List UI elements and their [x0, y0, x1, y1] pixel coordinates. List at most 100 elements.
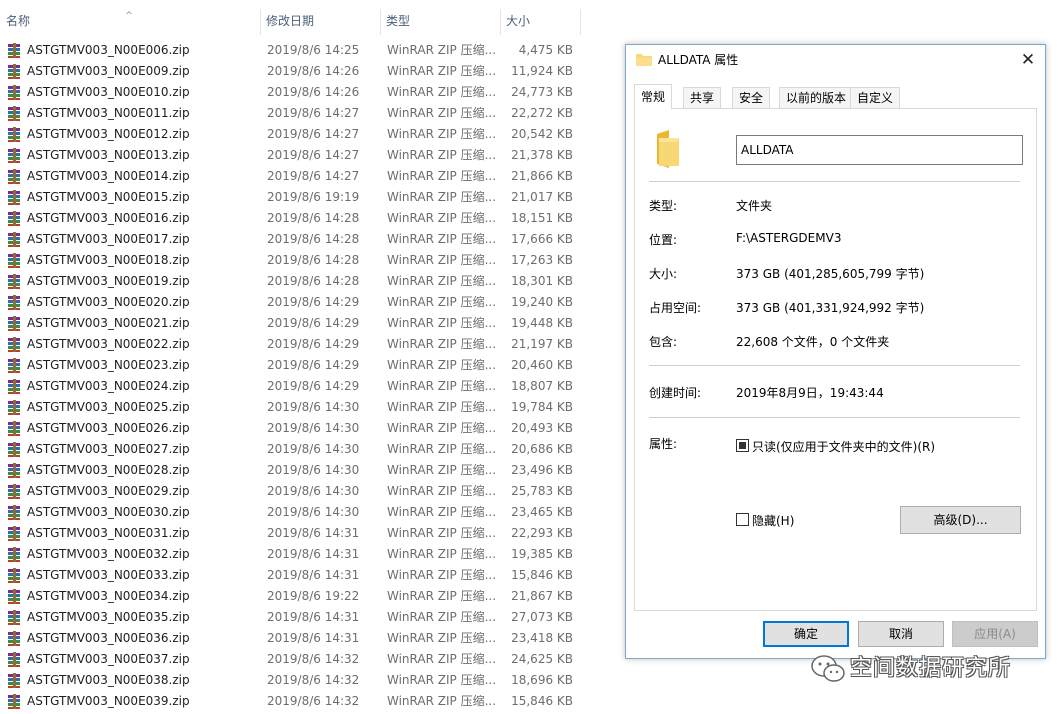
size-value: 373 GB (401,285,605,799 字节): [736, 267, 925, 281]
file-row[interactable]: ASTGTMV003_N00E029.zip 2019/8/6 14:30 WinR…: [0, 481, 600, 502]
file-name: ASTGTMV003_N00E038.zip: [27, 673, 190, 687]
file-type: WinRAR ZIP 压缩...: [387, 274, 495, 288]
winrar-archive-icon: [8, 694, 20, 709]
column-header-type[interactable]: 类型: [380, 9, 500, 35]
file-row[interactable]: ASTGTMV003_N00E018.zip 2019/8/6 14:28 WinR…: [0, 250, 600, 271]
file-name: ASTGTMV003_N00E032.zip: [27, 547, 190, 561]
file-type: WinRAR ZIP 压缩...: [387, 547, 495, 561]
size-on-disk-value: 373 GB (401,331,924,992 字节): [736, 301, 925, 315]
column-header-size[interactable]: 大小: [500, 9, 580, 35]
file-type: WinRAR ZIP 压缩...: [387, 379, 495, 393]
file-row[interactable]: ASTGTMV003_N00E039.zip 2019/8/6 14:32 WinR…: [0, 691, 600, 712]
file-row[interactable]: ASTGTMV003_N00E030.zip 2019/8/6 14:30 WinR…: [0, 502, 600, 523]
winrar-archive-icon: [8, 127, 20, 142]
advanced-button[interactable]: 高级(D)...: [900, 506, 1021, 534]
ok-button[interactable]: 确定: [763, 621, 849, 647]
apply-button[interactable]: 应用(A): [952, 621, 1038, 647]
file-size: 18,807 KB: [511, 379, 573, 393]
winrar-archive-icon: [8, 64, 20, 79]
file-row[interactable]: ASTGTMV003_N00E034.zip 2019/8/6 19:22 WinR…: [0, 586, 600, 607]
file-type: WinRAR ZIP 压缩...: [387, 169, 495, 183]
file-row[interactable]: ASTGTMV003_N00E017.zip 2019/8/6 14:28 WinR…: [0, 229, 600, 250]
file-row[interactable]: ASTGTMV003_N00E014.zip 2019/8/6 14:27 WinR…: [0, 166, 600, 187]
dialog-titlebar[interactable]: ALLDATA 属性 ✕: [626, 45, 1045, 76]
divider: [649, 417, 1020, 418]
tab-previous-versions[interactable]: 以前的版本: [779, 87, 854, 108]
general-tab-panel: 类型: 文件夹 位置: F:\ASTERGDEMV3 大小: 373 GB (4…: [634, 108, 1037, 611]
column-header-date[interactable]: 修改日期: [260, 9, 380, 35]
file-row[interactable]: ASTGTMV003_N00E016.zip 2019/8/6 14:28 WinR…: [0, 208, 600, 229]
file-name: ASTGTMV003_N00E029.zip: [27, 484, 190, 498]
file-type: WinRAR ZIP 压缩...: [387, 694, 495, 708]
file-date: 2019/8/6 19:22: [267, 589, 360, 603]
file-date: 2019/8/6 14:32: [267, 673, 360, 687]
file-type: WinRAR ZIP 压缩...: [387, 400, 495, 414]
file-name: ASTGTMV003_N00E010.zip: [27, 85, 190, 99]
file-row[interactable]: ASTGTMV003_N00E026.zip 2019/8/6 14:30 WinR…: [0, 418, 600, 439]
file-row[interactable]: ASTGTMV003_N00E033.zip 2019/8/6 14:31 WinR…: [0, 565, 600, 586]
file-name: ASTGTMV003_N00E026.zip: [27, 421, 190, 435]
file-row[interactable]: ASTGTMV003_N00E012.zip 2019/8/6 14:27 WinR…: [0, 124, 600, 145]
winrar-archive-icon: [8, 253, 20, 268]
file-explorer-list: 名称 ^ 修改日期 类型 大小 ASTGTMV003_N00E006.zip 20…: [0, 0, 600, 714]
file-row[interactable]: ASTGTMV003_N00E024.zip 2019/8/6 14:29 WinR…: [0, 376, 600, 397]
file-row[interactable]: ASTGTMV003_N00E010.zip 2019/8/6 14:26 WinR…: [0, 82, 600, 103]
file-name: ASTGTMV003_N00E006.zip: [27, 43, 190, 57]
file-row[interactable]: ASTGTMV003_N00E032.zip 2019/8/6 14:31 WinR…: [0, 544, 600, 565]
file-size: 17,263 KB: [511, 253, 573, 267]
readonly-checkbox-label[interactable]: 只读(仅应用于文件夹中的文件)(R): [752, 438, 935, 455]
tab-general[interactable]: 常规: [634, 84, 673, 109]
wechat-logo-icon: [811, 655, 845, 682]
winrar-archive-icon: [8, 169, 20, 184]
file-date: 2019/8/6 14:25: [267, 43, 360, 57]
file-size: 17,666 KB: [511, 232, 573, 246]
folder-icon: [657, 130, 679, 168]
cancel-button[interactable]: 取消: [858, 621, 944, 647]
tab-sharing[interactable]: 共享: [683, 87, 722, 108]
winrar-archive-icon: [8, 190, 20, 205]
file-size: 27,073 KB: [511, 610, 573, 624]
column-divider[interactable]: [580, 9, 581, 35]
tab-security[interactable]: 安全: [732, 87, 771, 108]
tab-strip: 常规 共享 安全 以前的版本 自定义: [634, 84, 1038, 109]
file-row[interactable]: ASTGTMV003_N00E028.zip 2019/8/6 14:30 WinR…: [0, 460, 600, 481]
folder-name-input[interactable]: [736, 135, 1023, 165]
file-date: 2019/8/6 14:28: [267, 274, 360, 288]
file-row[interactable]: ASTGTMV003_N00E021.zip 2019/8/6 14:29 WinR…: [0, 313, 600, 334]
tab-customize[interactable]: 自定义: [850, 87, 901, 108]
file-row[interactable]: ASTGTMV003_N00E011.zip 2019/8/6 14:27 WinR…: [0, 103, 600, 124]
folder-icon: [636, 54, 652, 66]
file-size: 21,197 KB: [511, 337, 573, 351]
file-row[interactable]: ASTGTMV003_N00E025.zip 2019/8/6 14:30 WinR…: [0, 397, 600, 418]
file-row[interactable]: ASTGTMV003_N00E035.zip 2019/8/6 14:31 WinR…: [0, 607, 600, 628]
file-size: 15,846 KB: [511, 694, 573, 708]
hidden-checkbox-label[interactable]: 隐藏(H): [752, 512, 794, 529]
file-row[interactable]: ASTGTMV003_N00E006.zip 2019/8/6 14:25 WinR…: [0, 40, 600, 61]
file-name: ASTGTMV003_N00E030.zip: [27, 505, 190, 519]
file-row[interactable]: ASTGTMV003_N00E037.zip 2019/8/6 14:32 WinR…: [0, 649, 600, 670]
readonly-checkbox[interactable]: [736, 439, 749, 452]
file-row[interactable]: ASTGTMV003_N00E031.zip 2019/8/6 14:31 WinR…: [0, 523, 600, 544]
file-row[interactable]: ASTGTMV003_N00E015.zip 2019/8/6 19:19 WinR…: [0, 187, 600, 208]
file-type: WinRAR ZIP 压缩...: [387, 568, 495, 582]
file-row[interactable]: ASTGTMV003_N00E019.zip 2019/8/6 14:28 WinR…: [0, 271, 600, 292]
winrar-archive-icon: [8, 295, 20, 310]
file-date: 2019/8/6 14:30: [267, 442, 360, 456]
file-row[interactable]: ASTGTMV003_N00E036.zip 2019/8/6 14:31 WinR…: [0, 628, 600, 649]
file-row[interactable]: ASTGTMV003_N00E027.zip 2019/8/6 14:30 WinR…: [0, 439, 600, 460]
file-date: 2019/8/6 14:28: [267, 232, 360, 246]
file-row[interactable]: ASTGTMV003_N00E020.zip 2019/8/6 14:29 WinR…: [0, 292, 600, 313]
file-row[interactable]: ASTGTMV003_N00E022.zip 2019/8/6 14:29 WinR…: [0, 334, 600, 355]
file-name: ASTGTMV003_N00E028.zip: [27, 463, 190, 477]
file-row[interactable]: ASTGTMV003_N00E038.zip 2019/8/6 14:32 WinR…: [0, 670, 600, 691]
file-size: 19,448 KB: [511, 316, 573, 330]
file-name: ASTGTMV003_N00E036.zip: [27, 631, 190, 645]
hidden-checkbox[interactable]: [736, 513, 749, 526]
file-row[interactable]: ASTGTMV003_N00E023.zip 2019/8/6 14:29 WinR…: [0, 355, 600, 376]
file-date: 2019/8/6 14:32: [267, 652, 360, 666]
file-row[interactable]: ASTGTMV003_N00E009.zip 2019/8/6 14:26 WinR…: [0, 61, 600, 82]
file-row[interactable]: ASTGTMV003_N00E013.zip 2019/8/6 14:27 WinR…: [0, 145, 600, 166]
close-button[interactable]: ✕: [1011, 45, 1045, 76]
file-type: WinRAR ZIP 压缩...: [387, 127, 495, 141]
winrar-archive-icon: [8, 631, 20, 646]
